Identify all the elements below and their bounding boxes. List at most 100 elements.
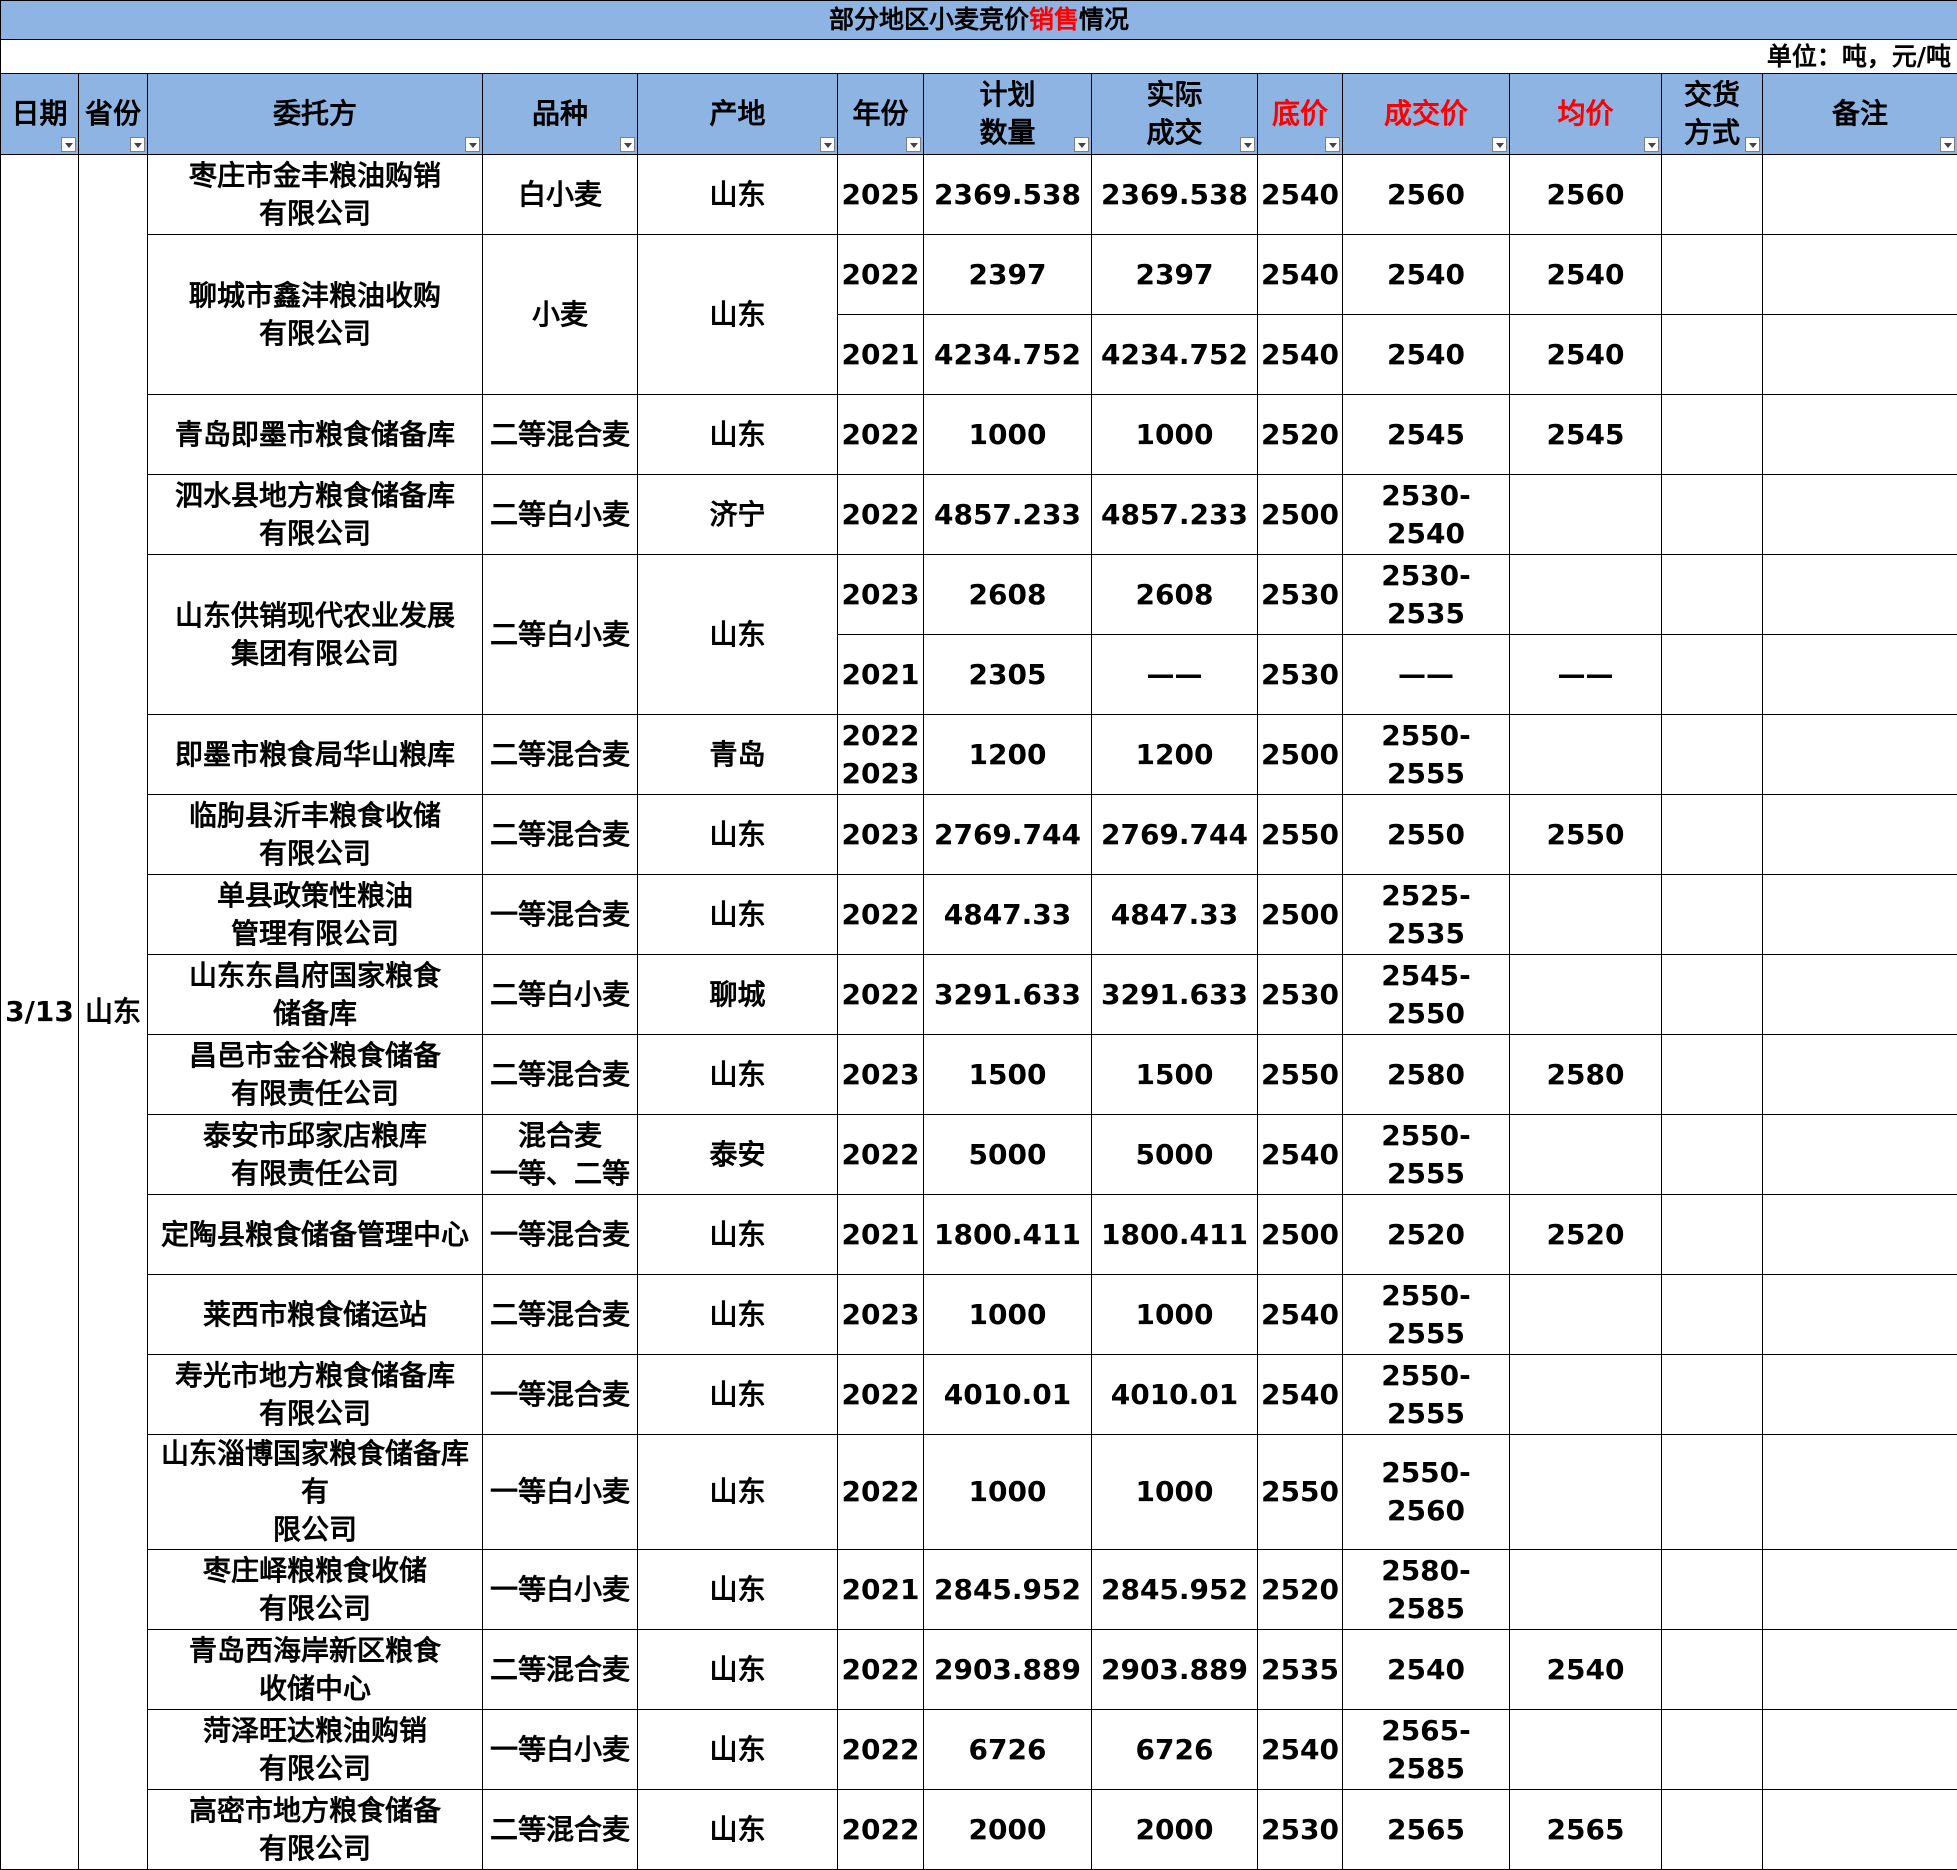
dropdown-filter-icon[interactable] [620,137,635,152]
plan-qty-cell: 2397 [924,235,1092,315]
delivery-cell [1662,715,1763,795]
cell-line: 集团有限公司 [148,635,482,673]
dropdown-filter-icon[interactable] [1074,137,1089,152]
cell-line: 2023 [838,1056,923,1094]
cell-line: 一等白小麦 [483,1473,637,1511]
base-price-cell: 2550 [1258,1435,1343,1550]
dropdown-filter-icon[interactable] [61,137,76,152]
header-avg-price[interactable]: 均价 [1510,74,1662,155]
header-deal-price[interactable]: 成交价 [1343,74,1510,155]
year-cell: 2021 [838,1195,924,1275]
plan-qty-cell: 2769.744 [924,795,1092,875]
delivery-cell [1662,235,1763,315]
remark-cell [1763,795,1957,875]
header-date[interactable]: 日期 [1,74,79,155]
dropdown-filter-icon[interactable] [1745,137,1760,152]
cell-line: 2021 [838,1571,923,1609]
base-price-cell: 2540 [1258,1710,1343,1790]
remark-cell [1763,155,1957,235]
remark-cell [1763,235,1957,315]
table-row: 山东淄博国家粮食储备库有限公司一等白小麦山东202210001000255025… [1,1435,1957,1550]
delivery-cell [1662,1035,1763,1115]
delivery-cell [1662,315,1763,395]
cell-line: 2021 [838,1216,923,1254]
base-price-cell: 2540 [1258,1115,1343,1195]
table-row: 青岛西海岸新区粮食收储中心二等混合麦山东20222903.8892903.889… [1,1630,1957,1710]
dropdown-filter-icon[interactable] [1325,137,1340,152]
entrust-cell: 山东东昌府国家粮食储备库 [148,955,483,1035]
remark-cell [1763,1195,1957,1275]
header-entrust[interactable]: 委托方 [148,74,483,155]
avg-price-cell [1510,1115,1662,1195]
deal-price-cell: 2545 [1343,395,1510,475]
year-cell: 2023 [838,1275,924,1355]
header-remark[interactable]: 备注 [1763,74,1957,155]
cell-line: 混合麦 [483,1117,637,1155]
table-row: 泰安市邱家店粮库有限责任公司混合麦一等、二等泰安2022500050002540… [1,1115,1957,1195]
delivery-cell [1662,155,1763,235]
dropdown-filter-icon[interactable] [465,137,480,152]
deal-price-cell: 2530-2535 [1343,555,1510,635]
dropdown-filter-icon[interactable] [130,137,145,152]
actual-qty-cell: 4857.233 [1092,475,1258,555]
deal-price-cell: 2550-2555 [1343,715,1510,795]
dropdown-filter-icon[interactable] [906,137,921,152]
deal-price-cell: —— [1343,635,1510,715]
actual-qty-cell: 2769.744 [1092,795,1258,875]
entrust-cell: 高密市地方粮食储备有限公司 [148,1790,483,1870]
plan-qty-cell: 2000 [924,1790,1092,1870]
dropdown-filter-icon[interactable] [1492,137,1507,152]
cell-line: 有限责任公司 [148,1155,482,1193]
header-base-price[interactable]: 底价 [1258,74,1343,155]
cell-line: 泰安市邱家店粮库 [148,1117,482,1155]
dropdown-filter-icon[interactable] [820,137,835,152]
cell-line: 单县政策性粮油 [148,877,482,915]
base-price-cell: 2520 [1258,1550,1343,1630]
base-price-cell: 2530 [1258,555,1343,635]
base-price-cell: 2540 [1258,1275,1343,1355]
header-actual[interactable]: 实际成交 [1092,74,1258,155]
plan-qty-cell: 2903.889 [924,1630,1092,1710]
header-province[interactable]: 省份 [79,74,148,155]
header-origin[interactable]: 产地 [638,74,838,155]
cell-line: 2023 [838,576,923,614]
header-variety[interactable]: 品种 [483,74,638,155]
table-row: 单县政策性粮油管理有限公司一等混合麦山东20224847.334847.3325… [1,875,1957,955]
actual-qty-cell: 1000 [1092,395,1258,475]
remark-cell [1763,875,1957,955]
base-price-cell: 2540 [1258,315,1343,395]
header-year[interactable]: 年份 [838,74,924,155]
header-delivery[interactable]: 交货方式 [1662,74,1763,155]
sheet-title: 部分地区小麦竞价销售情况 [1,1,1957,40]
avg-price-cell: 2550 [1510,795,1662,875]
delivery-cell [1662,1275,1763,1355]
delivery-cell [1662,875,1763,955]
actual-qty-cell: 6726 [1092,1710,1258,1790]
cell-line: 2022 [838,1651,923,1689]
cell-line: 枣庄峄粮粮食收储 [148,1552,482,1590]
cell-line: 莱西市粮食储运站 [148,1296,482,1334]
origin-cell: 山东 [638,1195,838,1275]
variety-cell: 混合麦一等、二等 [483,1115,638,1195]
actual-qty-cell: 3291.633 [1092,955,1258,1035]
year-cell: 2022 [838,1435,924,1550]
cell-line: 二等混合麦 [483,1811,637,1849]
dropdown-filter-icon[interactable] [1644,137,1659,152]
base-price-cell: 2500 [1258,475,1343,555]
deal-price-cell: 2540 [1343,235,1510,315]
deal-price-cell: 2540 [1343,1630,1510,1710]
cell-line: 青岛即墨市粮食储备库 [148,416,482,454]
cell-line: 2022 [838,416,923,454]
remark-cell [1763,1035,1957,1115]
header-plan[interactable]: 计划数量 [924,74,1092,155]
deal-price-cell: 2580 [1343,1035,1510,1115]
variety-cell: 二等混合麦 [483,395,638,475]
dropdown-filter-icon[interactable] [1940,137,1955,152]
delivery-cell [1662,955,1763,1035]
cell-line: 2021 [838,336,923,374]
spreadsheet: 部分地区小麦竞价销售情况 单位：吨，元/吨 日期 省份 委托方 品种 产地 年份… [0,0,1957,1831]
cell-line: 有限公司 [148,315,482,353]
deal-price-cell: 2550-2555 [1343,1275,1510,1355]
dropdown-filter-icon[interactable] [1240,137,1255,152]
year-cell: 2022 [838,1710,924,1790]
